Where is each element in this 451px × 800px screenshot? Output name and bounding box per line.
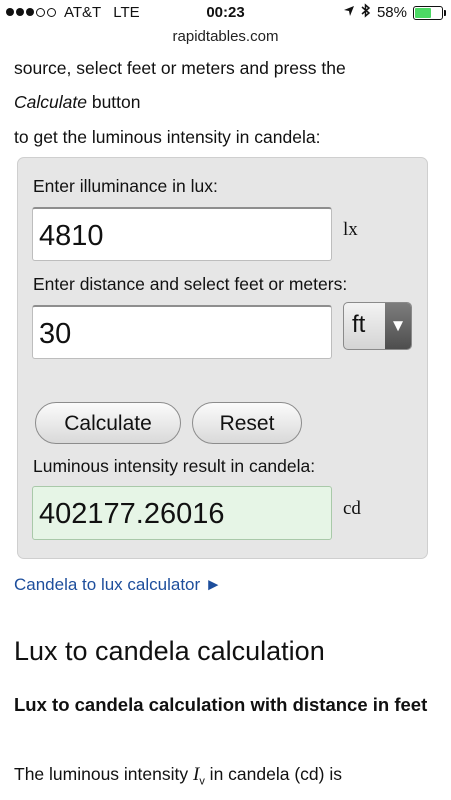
distance-unit-select[interactable]: ft ▼ (343, 302, 412, 350)
candela-unit-label: cd (343, 498, 361, 519)
intro-paragraph: The luminous intensity Iv in candela (cd… (14, 764, 342, 788)
location-arrow-icon (343, 4, 355, 21)
section-subheading: Lux to candela calculation with distance… (14, 694, 428, 715)
intro-line-2-rest: button (86, 92, 141, 112)
calculator-panel: Enter illuminance in lux: 4810 lx Enter … (17, 157, 428, 559)
lux-unit-label: lx (343, 219, 358, 240)
battery-icon (413, 5, 446, 20)
section-heading: Lux to candela calculation (14, 636, 325, 666)
result-output[interactable]: 402177.26016 (32, 486, 332, 540)
result-label: Luminous intensity result in candela: (33, 456, 316, 476)
intro-line-3: to get the luminous intensity in candela… (14, 127, 321, 147)
distance-unit-value: ft (352, 311, 366, 338)
bluetooth-icon (361, 3, 371, 22)
distance-label: Enter distance and select feet or meters… (33, 274, 348, 294)
para-end: in candela (cd) is (204, 764, 342, 784)
intro-line-1: source, select feet or meters and press … (14, 58, 346, 78)
url-bar[interactable]: rapidtables.com (0, 28, 451, 45)
status-bar: AT&T LTE 00:23 58% (0, 0, 451, 24)
battery-percent: 58% (376, 4, 407, 21)
illuminance-input[interactable]: 4810 (32, 207, 332, 261)
chevron-down-icon: ▼ (385, 303, 411, 349)
calculate-emphasis: Calculate (14, 92, 87, 112)
illuminance-label: Enter illuminance in lux: (33, 176, 218, 196)
candela-to-lux-link[interactable]: Candela to lux calculator ► (14, 575, 222, 595)
para-start: The luminous intensity (14, 764, 193, 784)
calculate-button[interactable]: Calculate (35, 402, 181, 444)
reset-button[interactable]: Reset (192, 402, 302, 444)
distance-input[interactable]: 30 (32, 305, 332, 359)
intro-line-2: Calculate button (14, 87, 434, 117)
